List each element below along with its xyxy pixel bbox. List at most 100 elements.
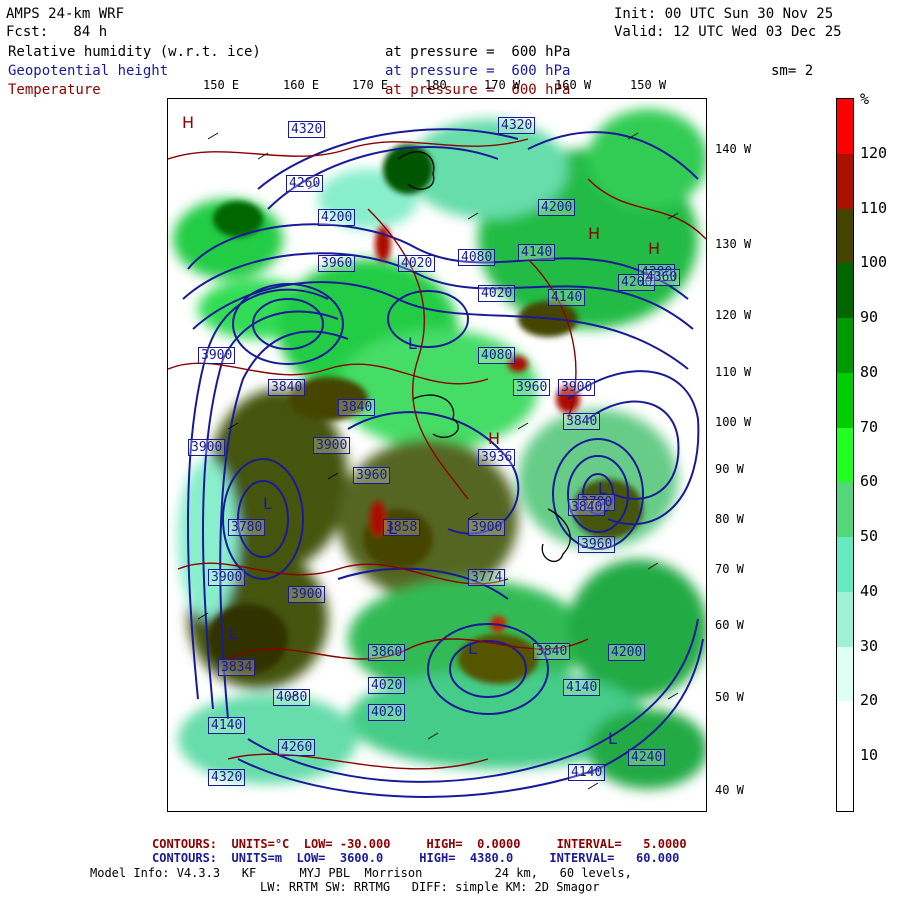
colorbar-tick: 60 xyxy=(860,472,879,491)
height-contour-label: 4240 xyxy=(628,749,666,766)
low-pressure-mark: L xyxy=(608,729,617,748)
high-pressure-mark: H xyxy=(488,429,501,448)
field-temp-level: at pressure = 600 hPa xyxy=(385,82,571,98)
height-contour-label: 3840 xyxy=(338,399,376,416)
rh-height-temp-map xyxy=(168,109,706,798)
colorbar-tick: 90 xyxy=(860,308,879,327)
field-height-label: Geopotential height xyxy=(8,63,169,79)
map-panel: 4320 4260 4200 4320 4020 4080 4140 4200 4380 4020… xyxy=(167,98,707,812)
colorbar-segment xyxy=(837,263,853,319)
low-pressure-mark: L xyxy=(468,639,477,658)
colorbar-segment xyxy=(837,153,853,210)
colorbar-tick: 50 xyxy=(860,527,879,546)
low-pressure-mark: L xyxy=(388,519,397,538)
low-pressure-mark: L xyxy=(408,334,417,353)
colorbar-tick: 30 xyxy=(860,636,879,655)
height-contour-label: 4080 xyxy=(273,689,311,706)
height-contour-label: 4260 xyxy=(286,175,324,192)
lat-label: 110 W xyxy=(715,365,752,379)
high-pressure-mark: H xyxy=(182,113,195,132)
height-contour-label: 4140 xyxy=(208,717,246,734)
colorbar-segment xyxy=(837,482,853,538)
height-contour-label: 3900 xyxy=(313,437,351,454)
height-contour-label: 4200 xyxy=(318,209,356,226)
forecast-hour: Fcst: 84 h xyxy=(6,24,108,40)
colorbar-tick: 70 xyxy=(860,417,879,436)
colorbar-segment xyxy=(837,537,853,593)
field-temp-label: Temperature xyxy=(8,82,101,98)
height-contour-label: 3860 xyxy=(368,644,406,661)
lat-label: 130 W xyxy=(715,237,752,251)
valid-time: Valid: 12 UTC Wed 03 Dec 25 xyxy=(614,24,842,40)
init-time: Init: 00 UTC Sun 30 Nov 25 xyxy=(614,6,834,22)
height-contour-label: 4320 xyxy=(208,769,246,786)
height-contour-label: 4360 xyxy=(643,269,681,286)
height-contour-label: 4260 xyxy=(278,739,316,756)
height-contour-label: 4140 xyxy=(568,764,606,781)
colorbar-segment xyxy=(837,372,853,429)
height-contour-label: 3960 xyxy=(578,536,616,553)
lon-label: 150 W xyxy=(630,78,667,92)
temp-contour-info: CONTOURS: UNITS=°C LOW= -30.000 HIGH= 0.… xyxy=(152,837,687,851)
field-rh-label: Relative humidity (w.r.t. ice) xyxy=(8,44,261,60)
height-contour-label: 3900 xyxy=(188,439,226,456)
height-contour-label: 4020 xyxy=(398,255,436,272)
height-contour-label: 3936 xyxy=(478,449,516,466)
height-contour-label: 4020 xyxy=(478,285,516,302)
lat-label: 140 W xyxy=(715,142,752,156)
height-contour-label: 4020 xyxy=(368,704,406,721)
colorbar-tick: 10 xyxy=(860,746,879,765)
colorbar-tick: 80 xyxy=(860,362,879,381)
high-pressure-mark: H xyxy=(648,239,661,258)
lat-label: 40 W xyxy=(715,783,744,797)
colorbar-segment xyxy=(837,318,853,374)
model-info: Model Info: V4.3.3 KF MYJ PBL Morrison 2… xyxy=(90,866,632,880)
colorbar-tick: 20 xyxy=(860,691,879,710)
height-contour-label: 4200 xyxy=(608,644,646,661)
colorbar-segment xyxy=(837,646,853,702)
height-contour-label: 3900 xyxy=(208,569,246,586)
colorbar-segment xyxy=(837,427,853,483)
height-contour-label: 3960 xyxy=(318,255,356,272)
model-title: AMPS 24-km WRF xyxy=(6,6,125,22)
height-contour-label: 3774 xyxy=(468,569,506,586)
height-contour-label: 3840 xyxy=(268,379,306,396)
height-contour-label: 4200 xyxy=(538,199,576,216)
lat-label: 60 W xyxy=(715,618,744,632)
height-contour-label: 3900 xyxy=(288,586,326,603)
colorbar-segment xyxy=(837,591,853,648)
height-contour-label: 3900 xyxy=(468,519,506,536)
model-info-2: LW: RRTM SW: RRTMG DIFF: simple KM: 2D S… xyxy=(260,880,600,894)
height-contour-label: 3780 xyxy=(228,519,266,536)
height-contour-label: 3960 xyxy=(513,379,551,396)
colorbar-tick: 110 xyxy=(860,198,888,217)
low-pressure-mark: L xyxy=(263,494,272,513)
lon-label: 150 E xyxy=(203,78,240,92)
lat-label: 100 W xyxy=(715,415,752,429)
lon-label: 170 W xyxy=(484,78,521,92)
height-contour-label: 3840 xyxy=(533,643,571,660)
colorbar-tick: 100 xyxy=(860,253,888,272)
lon-label: 160 E xyxy=(283,78,320,92)
height-contour-label: 4020 xyxy=(368,677,406,694)
lon-label: 160 W xyxy=(555,78,592,92)
height-contour-label: 3900 xyxy=(558,379,596,396)
smoothing-label: sm= 2 xyxy=(771,63,814,79)
colorbar-segment xyxy=(837,701,853,757)
colorbar-tick: 40 xyxy=(860,581,879,600)
colorbar-tick: 120 xyxy=(860,143,888,162)
height-contour-label: 4320 xyxy=(498,117,536,134)
field-height-level: at pressure = 600 hPa xyxy=(385,63,571,79)
height-contour-label: 3960 xyxy=(353,467,391,484)
high-pressure-mark: H xyxy=(588,224,601,243)
height-contour-label: 4140 xyxy=(563,679,601,696)
colorbar-segment xyxy=(837,756,853,812)
height-contour-label: 3840 xyxy=(568,499,606,516)
field-rh-level: at pressure = 600 hPa xyxy=(385,44,571,60)
height-contour-label: 3834 xyxy=(218,659,256,676)
low-pressure-mark: L xyxy=(598,479,607,498)
lat-label: 50 W xyxy=(715,690,744,704)
lon-label: 170 E xyxy=(352,78,389,92)
height-contour-label: 3900 xyxy=(198,347,236,364)
height-contour-label: 4140 xyxy=(518,244,556,261)
